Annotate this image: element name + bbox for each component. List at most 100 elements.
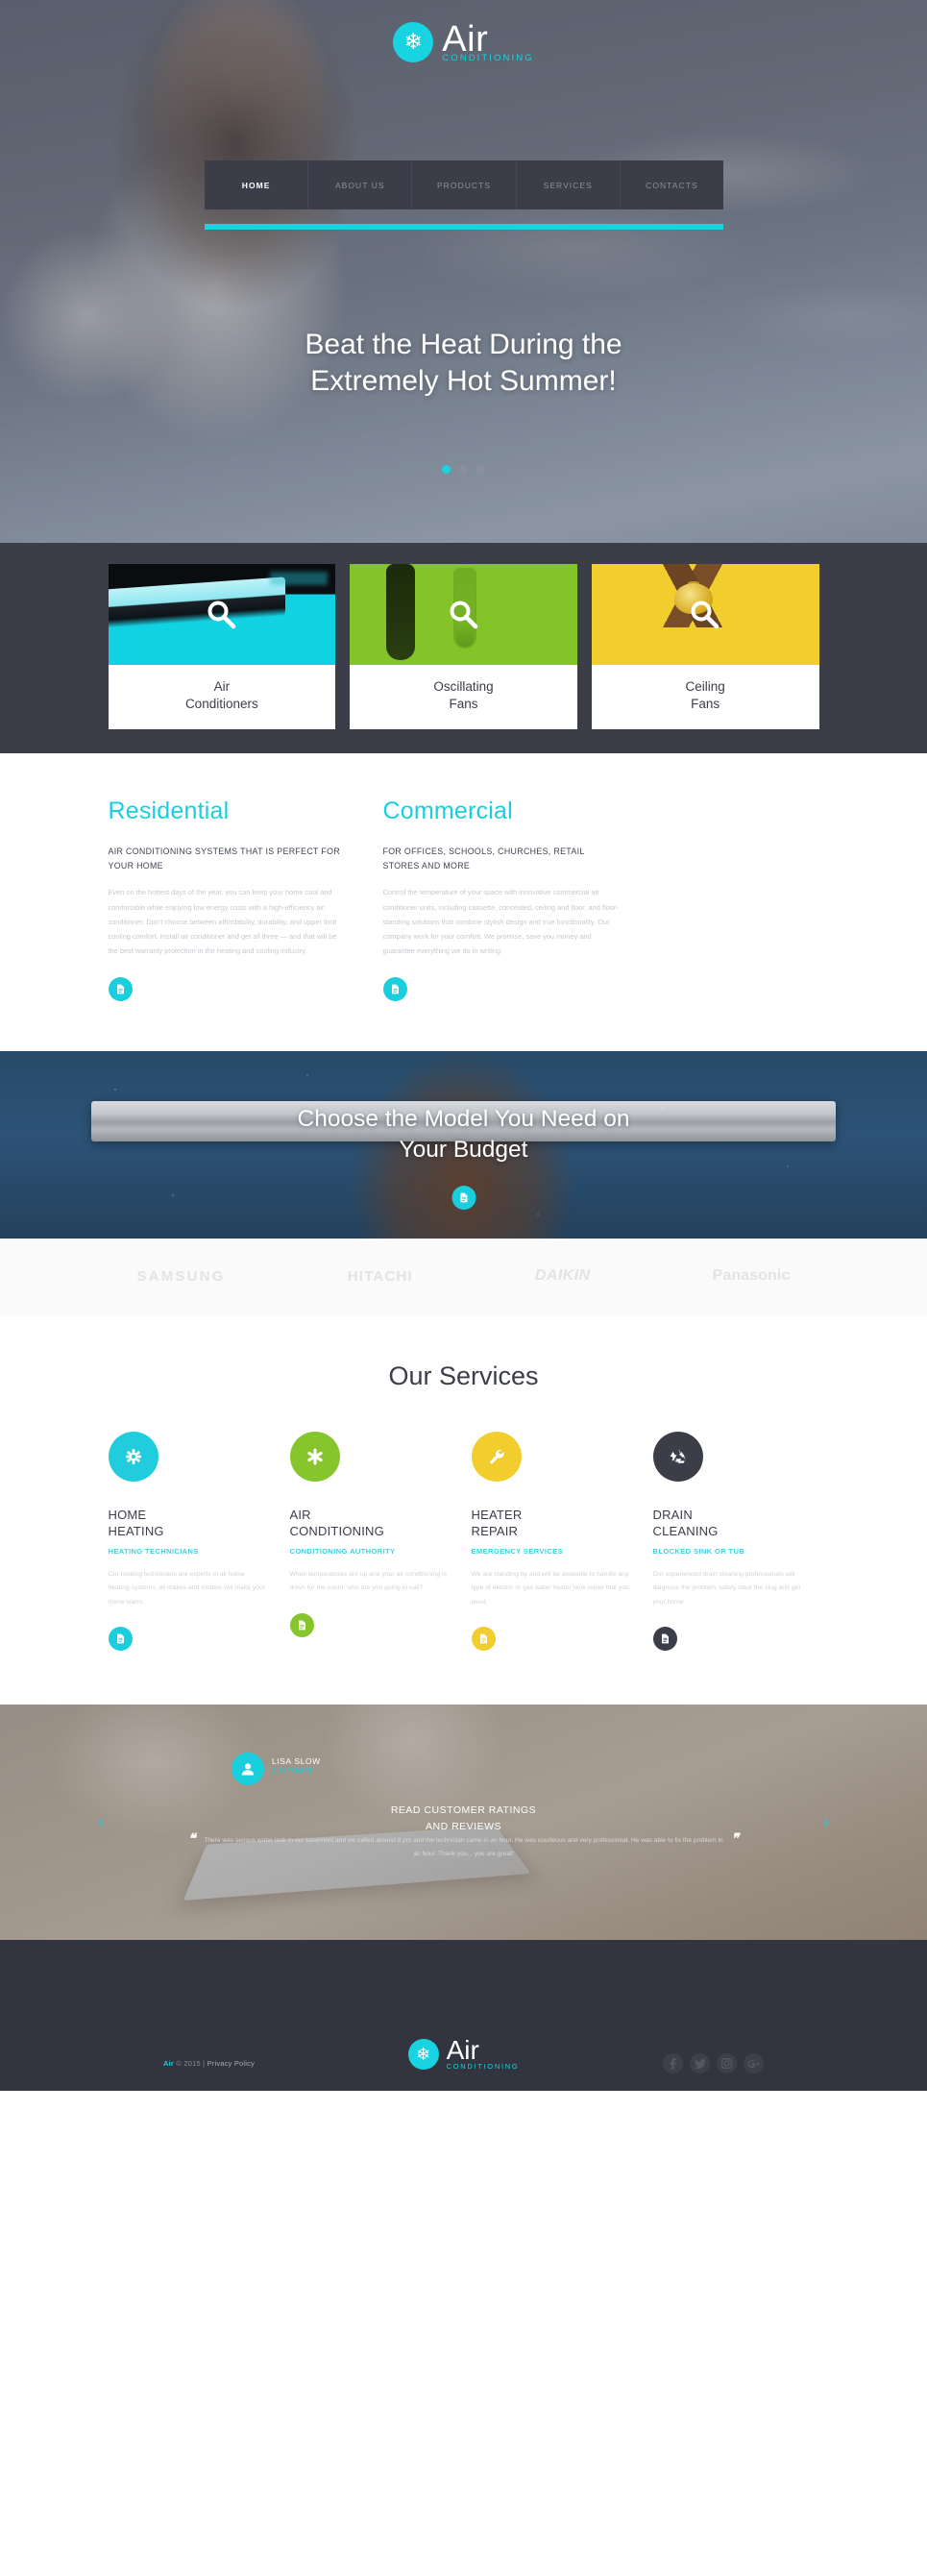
service-card-drain-cleaning[interactable]: DRAIN CLEANING BLOCKED SINK OR TUB Our e… [652,1432,812,1652]
quote-open-icon: ❝ [188,1830,196,1847]
hero-dot-3[interactable] [476,465,485,474]
twitter-icon[interactable] [690,2053,710,2074]
instagram-icon[interactable] [717,2053,737,2074]
product-label-line1: Ceiling [685,679,725,694]
brand-logo-hitachi[interactable]: HITACHI [348,1268,413,1285]
product-label-line2: Fans [691,697,720,712]
product-card-label: Ceiling Fans [592,665,819,729]
service-read-more-button[interactable] [289,1612,314,1637]
gear-icon [108,1432,159,1483]
residential-read-more-button[interactable] [108,977,133,1002]
testimonial-heading-line1: READ CUSTOMER RATINGS [390,1804,537,1817]
product-card-label: Oscillating Fans [350,665,577,729]
document-icon [660,1633,671,1644]
residential-subheading: AIR CONDITIONING SYSTEMS THAT IS PERFECT… [108,846,341,871]
service-title-line2: CONDITIONING [289,1524,384,1539]
document-icon [115,1633,126,1644]
product-label-line1: Oscillating [433,679,494,694]
service-title-line1: HEATER [471,1508,523,1523]
document-icon [297,1620,307,1631]
hero-headline-line1: Beat the Heat During the [305,329,622,360]
nav-item-about-us[interactable]: ABOUT US [308,160,413,209]
snowflake-icon: ❄ [393,21,434,62]
search-icon[interactable] [448,599,480,631]
banner-headline: Choose the Model You Need on Your Budget [0,1104,927,1165]
site-logo[interactable]: ❄ Air CONDITIONING [0,21,927,63]
search-icon[interactable] [206,599,238,631]
search-icon[interactable] [689,599,721,631]
service-description: Our experienced drain cleaning professio… [652,1570,801,1606]
service-title-line2: CLEANING [652,1524,719,1539]
product-thumbnail-oscillating-fan [350,564,577,665]
service-description: We are standing by and will be available… [471,1570,629,1606]
nav-item-services[interactable]: SERVICES [517,160,621,209]
site-footer: Air © 2015 | Privacy Policy ❄ Air CONDIT… [0,1940,927,2092]
footer-logo[interactable]: ❄ Air CONDITIONING [0,2037,927,2071]
product-card-oscillating-fans[interactable]: Oscillating Fans [350,564,577,730]
product-card-label: Air Conditioners [109,665,336,729]
service-card-home-heating[interactable]: HOME HEATING HEATING TECHNICIANS Our hea… [108,1432,267,1652]
service-title-line1: DRAIN [652,1508,693,1523]
service-read-more-button[interactable] [471,1627,496,1652]
services-heading: Our Services [388,1362,539,1391]
brand-logo-samsung[interactable]: SAMSUNG [137,1268,226,1285]
service-title: HEATER REPAIR [472,1507,630,1539]
main-navigation[interactable]: HOME ABOUT US PRODUCTS SERVICES CONTACTS [205,160,723,209]
service-read-more-button[interactable] [652,1627,677,1652]
nav-item-products[interactable]: PRODUCTS [412,160,517,209]
hero-headline-line2: Extremely Hot Summer! [310,364,617,397]
hero-slider-pagination[interactable] [0,465,927,474]
hero-dark-overlay [0,0,927,543]
service-card-air-conditioning[interactable]: AIR CONDITIONING CONDITIONING AUTHORITY … [289,1432,449,1651]
document-icon [458,1192,469,1203]
product-thumbnail-ceiling-fan [591,564,819,665]
service-subtitle: HEATING TECHNICIANS [108,1546,199,1556]
facebook-icon[interactable] [663,2053,683,2074]
nav-item-home[interactable]: HOME [205,160,309,209]
commercial-heading: Commercial [382,797,513,825]
service-subtitle: EMERGENCY SERVICES [471,1546,563,1556]
service-read-more-button[interactable] [108,1627,133,1652]
product-card-air-conditioners[interactable]: Air Conditioners [108,564,336,730]
testimonial-content: ‹ › LISA SLOW CUSTOMER READ CUSTOMER RAT… [0,1705,927,1940]
residential-heading: Residential [108,797,230,825]
services-section: Our Services HOME HEATING HEATING TECHNI… [0,1315,927,1705]
service-title-line1: AIR [289,1508,311,1523]
testimonial-heading: READ CUSTOMER RATINGS AND REVIEWS [0,1803,927,1834]
product-card-ceiling-fans[interactable]: Ceiling Fans [591,564,819,730]
snowflake-icon: ❄ [407,2038,439,2070]
service-card-heater-repair[interactable]: HEATER REPAIR EMERGENCY SERVICES We are … [471,1432,630,1652]
service-description: Our heating technicians are experts in a… [108,1570,266,1606]
residential-body: Even on the hottest days of the year, yo… [108,888,337,956]
brand-logos-row: SAMSUNG HITACHI DAIKIN Panasonic [137,1267,791,1285]
recycle-icon [652,1432,703,1483]
service-title: DRAIN CLEANING [653,1507,812,1539]
service-title: HOME HEATING [109,1507,267,1539]
hero-dot-1[interactable] [442,465,451,474]
commercial-read-more-button[interactable] [382,977,407,1002]
service-subtitle: BLOCKED SINK OR TUB [652,1546,745,1556]
product-cards-section: Air Conditioners Oscillating Fans Ceilin… [0,543,927,754]
hero-headline: Beat the Heat During the Extremely Hot S… [0,327,927,399]
footer-social-links[interactable] [663,2053,764,2074]
product-label-line2: Fans [449,697,478,712]
service-subtitle: CONDITIONING AUTHORITY [289,1546,396,1556]
banner-headline-line1: Choose the Model You Need on [297,1106,630,1133]
banner-read-more-button[interactable] [451,1186,476,1211]
google-plus-icon[interactable] [744,2053,764,2074]
nav-accent-underline [205,224,723,230]
testimonial-heading-line2: AND REVIEWS [425,1820,501,1832]
quote-close-icon: ❞ [731,1830,739,1847]
brand-logo-panasonic[interactable]: Panasonic [713,1267,791,1285]
brand-logos-section: SAMSUNG HITACHI DAIKIN Panasonic [0,1239,927,1316]
hero-dot-2[interactable] [459,465,468,474]
avatar [232,1753,264,1786]
residential-commercial-section: Residential AIR CONDITIONING SYSTEMS THA… [0,753,927,1052]
services-grid: HOME HEATING HEATING TECHNICIANS Our hea… [108,1432,819,1652]
brand-logo-daikin[interactable]: DAIKIN [535,1267,591,1285]
nav-item-contacts[interactable]: CONTACTS [621,160,723,209]
service-title-line2: HEATING [108,1524,164,1539]
commercial-body: Control the temperature of your space wi… [382,888,619,956]
wrench-icon [471,1432,522,1483]
service-description: When temperatures are up and your air co… [289,1570,448,1592]
